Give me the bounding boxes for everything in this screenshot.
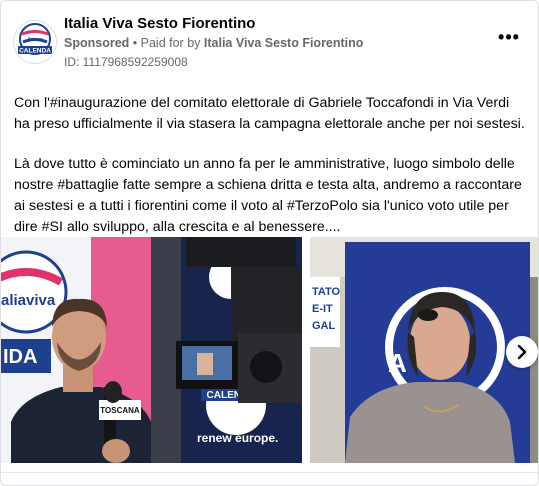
- page-avatar[interactable]: Azione CALENDA: [13, 20, 57, 64]
- sign-line-1: TATO: [312, 286, 341, 298]
- meta-dot: •: [132, 36, 141, 50]
- chevron-right-icon: [517, 344, 527, 360]
- carousel-slide-1[interactable]: aliaviva IDA CALENDA renew europe. TOSCA…: [1, 237, 302, 463]
- banner-text: aliaviva: [1, 292, 56, 309]
- sponsored-label: Sponsored: [64, 36, 130, 50]
- woman-photo: TATO E-IT GAL A: [310, 237, 538, 463]
- sign-line-2: E-IT: [312, 303, 333, 315]
- paid-for-prefix: Paid for by: [140, 36, 201, 50]
- paid-for-by-link[interactable]: Italia Viva Sesto Fiorentino: [204, 36, 364, 50]
- more-options-icon[interactable]: •••: [497, 28, 521, 50]
- carousel-next-button[interactable]: [506, 336, 538, 368]
- renew-europe-text: renew europe.: [197, 431, 278, 445]
- mic-label: TOSCANA: [100, 406, 140, 415]
- post-paragraph-2: Là dove tutto è cominciato un anno fa pe…: [14, 156, 522, 235]
- sign-line-3: GAL: [312, 320, 336, 332]
- ad-id: ID: 1117968592259008: [64, 55, 188, 69]
- image-carousel[interactable]: aliaviva IDA CALENDA renew europe. TOSCA…: [1, 237, 538, 463]
- calenda-logo-icon: Azione CALENDA: [14, 21, 56, 63]
- avatar-text-main: CALENDA: [19, 48, 51, 55]
- avatar-text-top: Azione: [27, 37, 43, 43]
- interview-photo: aliaviva IDA CALENDA renew europe. TOSCA…: [1, 237, 302, 463]
- page-name-link[interactable]: Italia Viva Sesto Fiorentino: [64, 15, 255, 32]
- footer-divider: [1, 472, 538, 473]
- post-header: Azione CALENDA Italia Viva Sesto Fiorent…: [1, 1, 538, 77]
- ad-post-card: Azione CALENDA Italia Viva Sesto Fiorent…: [0, 0, 539, 486]
- post-text: Con l'#inaugurazione del comitato eletto…: [14, 93, 526, 257]
- post-paragraph-1: Con l'#inaugurazione del comitato eletto…: [14, 95, 525, 132]
- banner-text-2: IDA: [3, 346, 37, 368]
- banner-letter: A: [388, 348, 407, 378]
- sponsored-meta: Sponsored • Paid for by Italia Viva Sest…: [64, 36, 363, 50]
- carousel-slide-2[interactable]: TATO E-IT GAL A: [310, 237, 538, 463]
